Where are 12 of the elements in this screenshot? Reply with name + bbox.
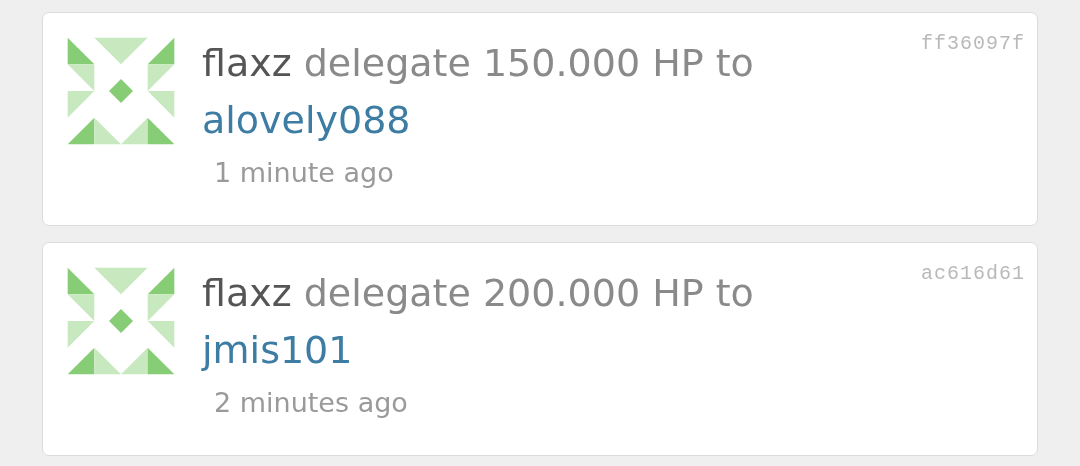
identicon-icon xyxy=(65,265,177,377)
username: flaxz xyxy=(202,271,292,315)
transaction-hash: ff36097f xyxy=(921,31,1025,57)
username: flaxz xyxy=(202,41,292,85)
activity-text: delegate 150.000 HP to xyxy=(302,41,754,85)
timestamp: 2 minutes ago xyxy=(214,386,408,420)
timestamp: 1 minute ago xyxy=(214,156,394,190)
account-link[interactable]: alovely088 xyxy=(202,91,411,149)
account-link[interactable]: jmis101 xyxy=(202,321,353,379)
activity-text: delegate 200.000 HP to xyxy=(302,271,754,315)
identicon-icon xyxy=(65,35,177,147)
transaction-hash: ac616d61 xyxy=(921,261,1025,287)
